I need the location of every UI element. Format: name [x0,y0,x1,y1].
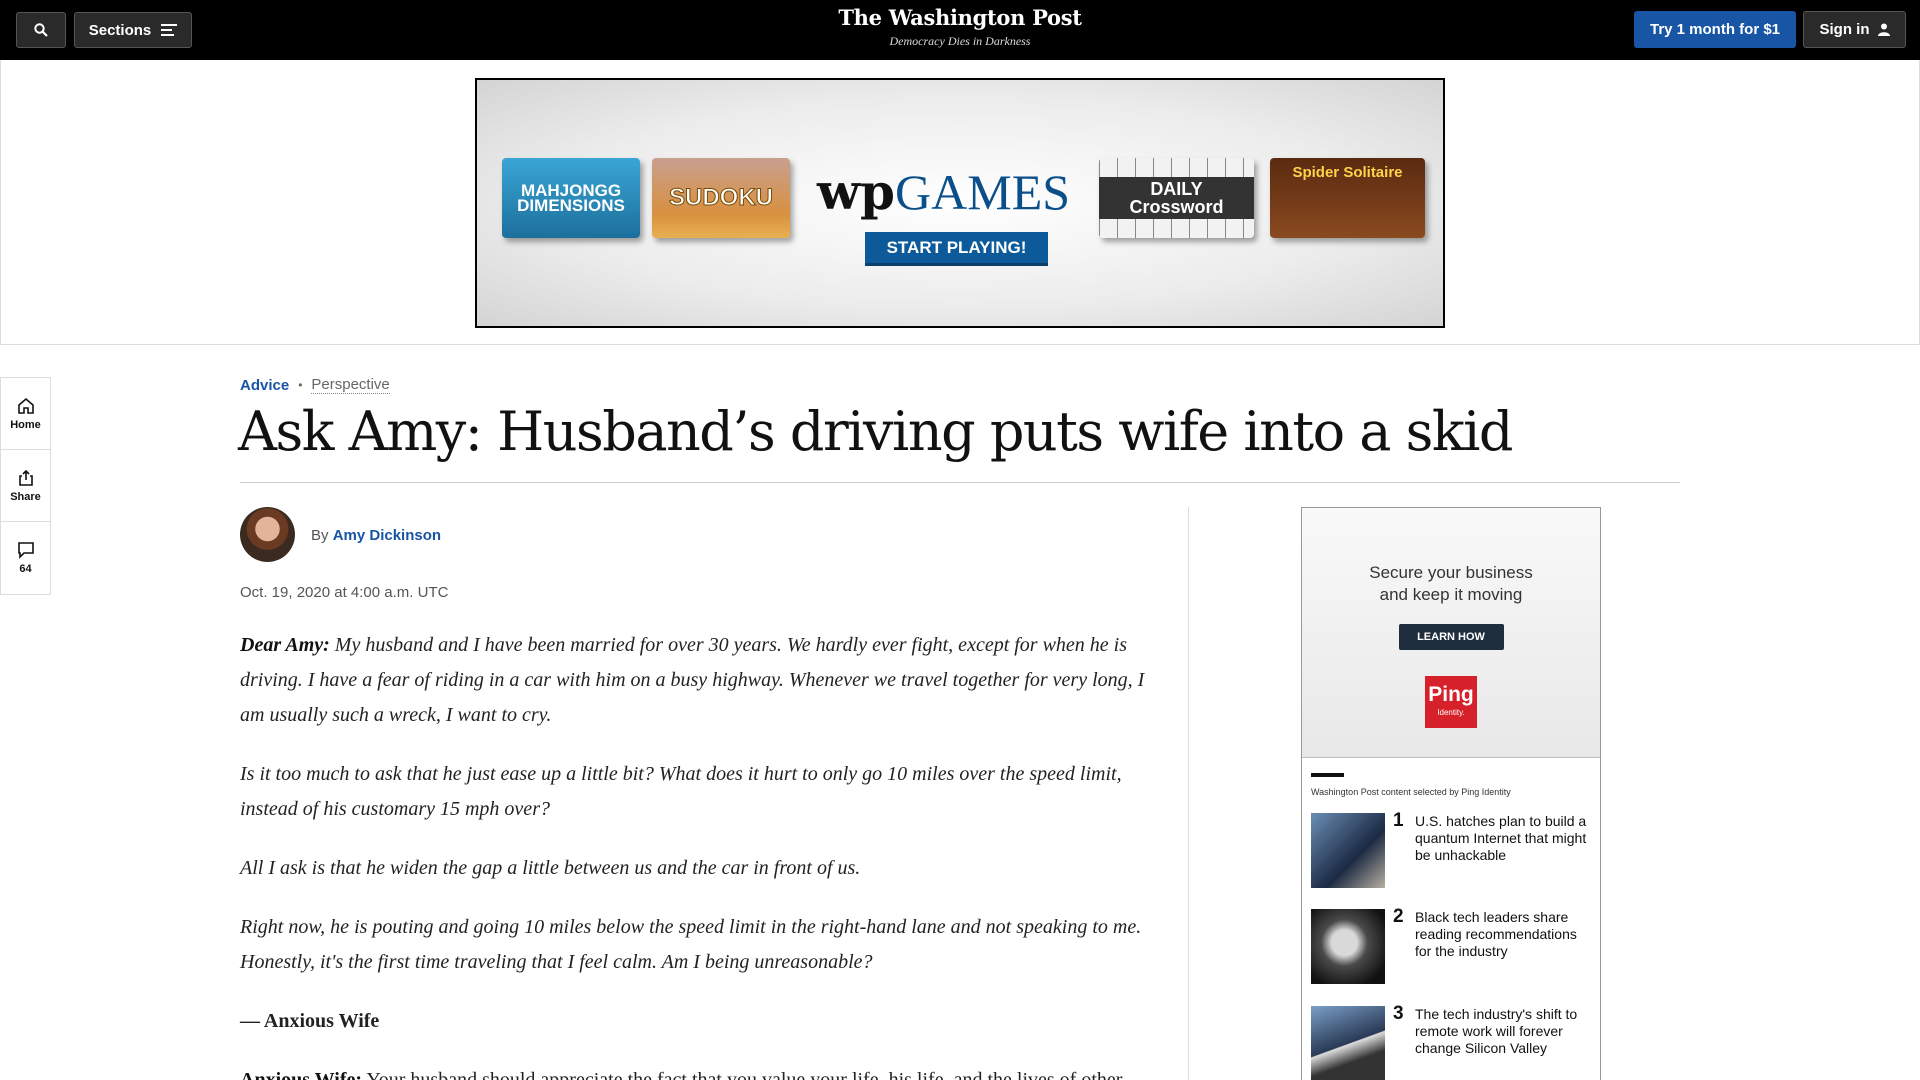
byline-prefix: By [311,527,329,544]
story-number: 3 [1393,1003,1404,1024]
article-kicker: Advice • Perspective [240,376,390,394]
paragraph-text: My husband and I have been married for o… [240,634,1145,726]
story-number: 1 [1393,810,1404,831]
wp-mark: wp [817,162,896,221]
kicker-separator: • [298,378,303,392]
start-playing-button[interactable]: START PLAYING! [865,232,1048,266]
learn-how-button[interactable]: LEARN HOW [1398,624,1504,650]
paragraph: All I ask is that he widen the gap a lit… [240,857,861,879]
comment-icon [17,542,34,559]
ad-headline-line: and keep it moving [1379,585,1523,604]
wp-games-ad[interactable]: MAHJONGG DIMENSIONS SUDOKU wpGAMES START… [475,78,1445,328]
paragraph: Right now, he is pouting and going 10 mi… [240,916,1142,973]
search-button[interactable] [16,12,66,48]
top-nav-bar: Sections The Washington Post Democracy D… [0,0,1920,60]
comments-count: 64 [19,563,32,575]
share-button[interactable]: Share [1,450,50,522]
story-thumbnail[interactable] [1311,1006,1385,1080]
story-number: 2 [1393,906,1404,927]
menu-icon [161,21,178,39]
story-thumbnail[interactable] [1311,813,1385,888]
sponsor-note: Washington Post content selected by Ping… [1311,787,1511,797]
user-icon [1877,23,1890,36]
crossword-game-tile[interactable]: DAILY Crossword [1099,158,1254,238]
author-avatar[interactable] [240,507,295,562]
story-title[interactable]: U.S. hatches plan to build a quantum Int… [1415,813,1597,864]
logo-text: The Washington Post [838,5,1082,30]
sign-in-label: Sign in [1819,21,1870,38]
ad-headline-line: Secure your business [1369,563,1533,582]
sudoku-game-tile[interactable]: SUDOKU [652,158,790,238]
ping-logo-text: Ping [1428,683,1474,706]
sections-menu-button[interactable]: Sections [74,12,192,48]
sections-label: Sections [88,21,152,39]
spider-solitaire-game-tile[interactable]: Spider Solitaire [1270,158,1425,238]
article-body: Dear Amy: My husband and I have been mar… [240,628,1150,1080]
publish-date: Oct. 19, 2020 at 4:00 a.m. UTC [240,584,449,601]
paragraph: Dear Amy: My husband and I have been mar… [240,628,1150,733]
mahjongg-game-tile[interactable]: MAHJONGG DIMENSIONS [502,158,640,238]
column-divider [1188,507,1189,1080]
comments-button[interactable]: 64 [1,522,50,594]
reply-salutation: Anxious Wife: [240,1069,363,1080]
letter-signoff: — Anxious Wife [240,1010,380,1032]
left-action-rail: Home Share 64 [0,377,51,595]
share-icon [18,469,33,486]
tagline: Democracy Dies in Darkness [889,34,1031,48]
list-item[interactable]: 2 Black tech leaders share reading recom… [1311,906,1597,984]
headline-divider [240,482,1680,483]
story-title[interactable]: Black tech leaders share reading recomme… [1415,909,1597,960]
site-logo[interactable]: The Washington Post Democracy Dies in Da… [760,5,1160,49]
sidebar-ad[interactable]: Secure your business and keep it moving … [1301,507,1601,1080]
subscribe-button[interactable]: Try 1 month for $1 [1634,11,1796,48]
search-icon [34,23,48,37]
crossword-label: DAILY Crossword [1099,177,1254,219]
ping-logo: Ping Identity. [1425,676,1477,728]
byline: By Amy Dickinson [311,527,441,544]
section-rule [1311,773,1344,777]
wp-games-logo: wpGAMES [817,162,1071,221]
story-title[interactable]: The tech industry's shift to remote work… [1415,1006,1597,1057]
games-word: GAMES [895,164,1071,220]
ping-logo-sub: Identity. [1437,708,1465,717]
letter-salutation: Dear Amy: [240,634,330,656]
list-item[interactable]: 3 The tech industry's shift to remote wo… [1311,1003,1597,1080]
share-label: Share [10,490,41,503]
paragraph-text: Your husband should appreciate the fact … [362,1069,1123,1080]
list-item[interactable]: 1 U.S. hatches plan to build a quantum I… [1311,810,1597,888]
article-headline: Ask Amy: Husband’s driving puts wife int… [238,400,1513,463]
ad-headline: Secure your business and keep it moving [1302,562,1600,606]
paragraph: Is it too much to ask that he just ease … [240,763,1122,820]
reply-paragraph: Anxious Wife: Your husband should apprec… [240,1063,1150,1080]
ping-identity-ad[interactable]: Secure your business and keep it moving … [1302,508,1600,758]
perspective-label[interactable]: Perspective [311,376,390,394]
home-button[interactable]: Home [1,378,50,450]
home-icon [17,397,34,414]
story-thumbnail[interactable] [1311,909,1385,984]
author-link[interactable]: Amy Dickinson [333,527,441,544]
sign-in-button[interactable]: Sign in [1803,11,1906,48]
advice-section-link[interactable]: Advice [240,377,289,394]
home-label: Home [10,418,41,431]
